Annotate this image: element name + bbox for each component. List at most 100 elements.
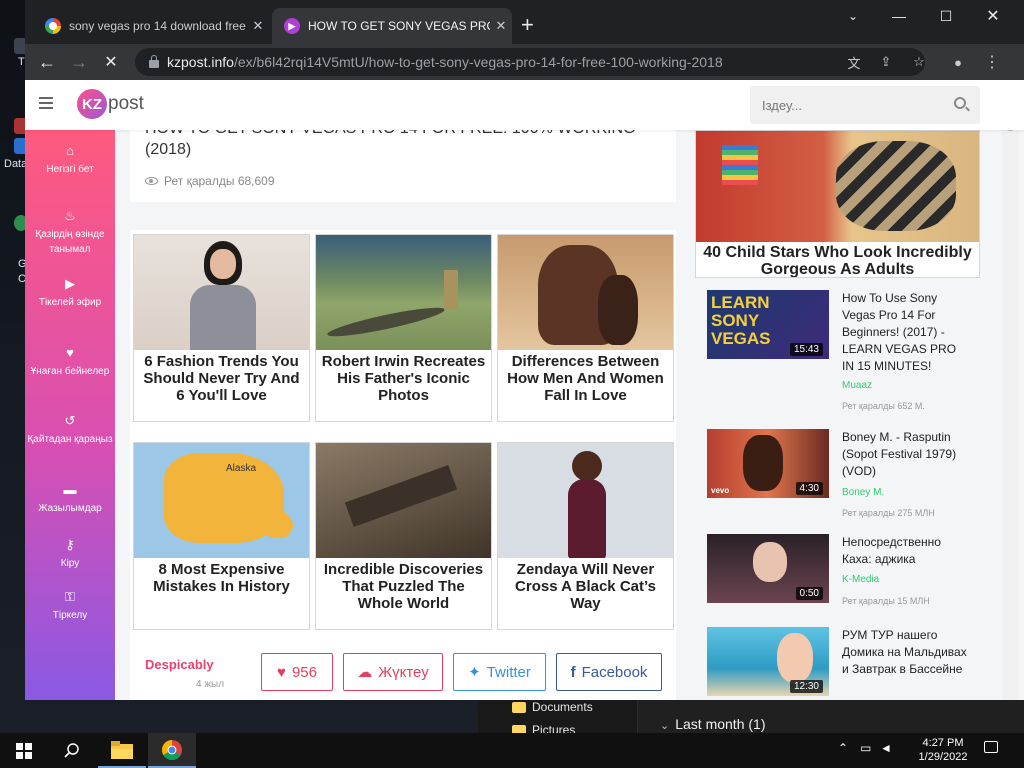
tab-search-icon[interactable]: ⌄ [829,0,877,32]
profile-icon[interactable]: ● [947,51,969,73]
ad-card[interactable]: Incredible Discoveries That Puzzled The … [315,442,492,630]
eye-icon [145,177,158,185]
sidebar-item-trending[interactable]: ♨ Қазірдің өзінде танымал [25,209,115,257]
share-icon[interactable]: ⇪ [875,51,897,73]
search-input[interactable] [762,97,942,113]
video-channel[interactable]: K-Media [842,574,879,585]
sponsored-grid: 6 Fashion Trends You Should Never Try An… [130,230,676,647]
taskbar-clock[interactable]: 4:27 PM 1/29/2022 [905,736,981,764]
start-button[interactable] [0,733,48,768]
download-button[interactable]: ☁ Жүктеу [343,653,443,691]
like-button[interactable]: ♥ 956 [261,653,333,691]
site-logo[interactable]: KZ post [77,89,144,119]
video-thumbnail: 12:30 [707,627,829,696]
ad-card[interactable]: Robert Irwin Recreates His Father's Icon… [315,234,492,422]
sidebar-item-label: Ұнаған бейнелер [30,366,110,377]
video-title: How To Use Sony Vegas Pro 14 For Beginne… [842,291,957,373]
forward-icon[interactable]: → [65,49,93,75]
notifications-icon[interactable] [984,741,998,753]
play-favicon-icon: ▶ [284,18,300,34]
ad-card[interactable]: Alaska 8 Most Expensive Mistakes In Hist… [133,442,310,630]
history-icon: ↺ [64,413,76,428]
back-icon[interactable]: ← [33,49,61,75]
hamburger-icon[interactable] [39,97,53,109]
page-scrollbar[interactable] [1002,80,1019,700]
post-header: HOW TO GET SONY VEGAS PRO 14 FOR FREE! 1… [130,120,676,202]
video-views: Рет қаралды 15 МЛН [842,596,930,606]
site-header: KZ post [25,80,1024,130]
sidebar-item-label: Тіркелу [52,610,88,621]
author-link[interactable]: Despicably [145,657,214,672]
video-thumbnail: LEARN SONY VEGAS 15:43 [707,290,829,359]
home-icon: ⌂ [66,143,74,158]
heart-icon: ♥ [277,663,286,681]
web-page: KZ post ⌂ Негізгі бет ♨ Қазірдің өзінде тан… [25,80,1024,700]
site-search [750,86,980,124]
chrome-window: sony vegas pro 14 download free ✕ ▶ HOW … [25,0,1024,700]
sidebar-item-subscriptions[interactable]: ▬ Жазылымдар [25,483,115,516]
ad-image [134,235,309,350]
tab-strip: sony vegas pro 14 download free ✕ ▶ HOW … [25,0,1024,44]
network-icon[interactable]: ▭ [860,741,871,755]
sidebar-item-live[interactable]: ▶ Тікелей эфир [25,277,115,310]
tab-google-search[interactable]: sony vegas pro 14 download free ✕ [33,8,269,44]
ad-card[interactable]: Zendaya Will Never Cross A Black Cat’s W… [497,442,674,630]
sidebar-item-label: Қайтадан қараңыз [27,434,113,445]
ad-image [498,235,673,350]
sidebar-item-label: Қазірдің өзінде танымал [35,229,105,255]
video-thumbnail: 0:50 [707,534,829,603]
translate-icon[interactable]: 文 [843,51,865,73]
subscriptions-icon: ▬ [63,482,77,497]
close-window-icon[interactable]: ✕ [969,0,1017,32]
video-views: Рет қаралды 275 МЛН [842,508,935,518]
video-channel[interactable]: Boney M. [842,487,884,498]
video-title: Boney M. - Rasputin (Sopot Festival 1979… [842,430,957,478]
ad-image [316,235,491,350]
sidebar-item-home[interactable]: ⌂ Негізгі бет [25,144,115,177]
sidebar-item-register[interactable]: ⚿ Тіркелу [25,590,115,623]
twitter-share-button[interactable]: ✦ Twitter [453,653,546,691]
sidebar-item-label: Кіру [60,558,80,569]
tab-kzpost[interactable]: ▶ HOW TO GET SONY VEGAS PRO 14 FOR FREE … [272,8,512,44]
bookmark-star-icon[interactable]: ☆ [908,51,930,73]
close-tab-icon[interactable]: ✕ [247,18,269,34]
lock-icon [149,54,159,68]
trending-icon: ♨ [64,208,76,223]
sidebar-item-history[interactable]: ↺ Қайтадан қараңыз [25,414,115,447]
video-title: РУМ ТУР нашего Домика на Мальдивах и Зав… [842,628,967,676]
stop-loading-icon[interactable]: ✕ [97,49,125,75]
sidebar-item-label: Жазылымдар [38,503,102,514]
ad-card[interactable]: 6 Fashion Trends You Should Never Try An… [133,234,310,422]
explorer-item-documents[interactable]: Documents [512,700,593,714]
search-icon[interactable] [954,97,966,109]
video-title: Непосредственно Каха: аджика [842,535,941,566]
last-month-group[interactable]: ⌄ Last month (1) [660,716,765,732]
show-hidden-icons[interactable]: ⌃ [838,741,848,755]
post-age: 4 жыл [196,679,225,690]
cloud-download-icon: ☁ [357,664,373,681]
ad-card[interactable]: Differences Between How Men And Women Fa… [497,234,674,422]
ad-map-image: Alaska [134,443,309,558]
chrome-taskbar-button[interactable] [148,733,196,768]
volume-muted-icon[interactable]: ◄ [880,741,892,755]
ad-card[interactable]: 40 Child Stars Who Look Incredibly Gorge… [695,130,980,278]
facebook-share-button[interactable]: f Facebook [556,653,662,691]
new-tab-button[interactable]: + [521,13,534,37]
share-bar: Despicably 4 жыл ♥ 956 ☁ Жүктеу ✦ Twitter f… [130,647,676,700]
sidebar-item-login[interactable]: ⚷ Кіру [25,538,115,571]
file-explorer-taskbar-button[interactable] [98,733,146,768]
view-count: Рет қаралды 68,609 [145,174,275,188]
video-thumbnail: vevo 4:30 [707,429,829,498]
desktop-label-fragment: T [18,56,25,68]
minimize-icon[interactable]: — [875,0,923,32]
search-taskbar-button[interactable] [48,733,96,768]
desktop-label-fragment: Data [4,158,28,170]
menu-dots-icon[interactable]: ⋮ [981,51,1003,73]
liked-icon: ♥ [66,345,74,360]
close-tab-icon[interactable]: ✕ [490,18,512,34]
maximize-icon[interactable]: ☐ [922,0,970,32]
address-bar[interactable]: kzpost.info /ex/b6l42rqi14V5mtU/how-to-g… [135,48,925,76]
site-sidebar: ⌂ Негізгі бет ♨ Қазірдің өзінде танымал ▶ Тік… [25,130,115,700]
sidebar-item-liked[interactable]: ♥ Ұнаған бейнелер [25,346,115,379]
video-channel[interactable]: Muaaz [842,380,872,391]
